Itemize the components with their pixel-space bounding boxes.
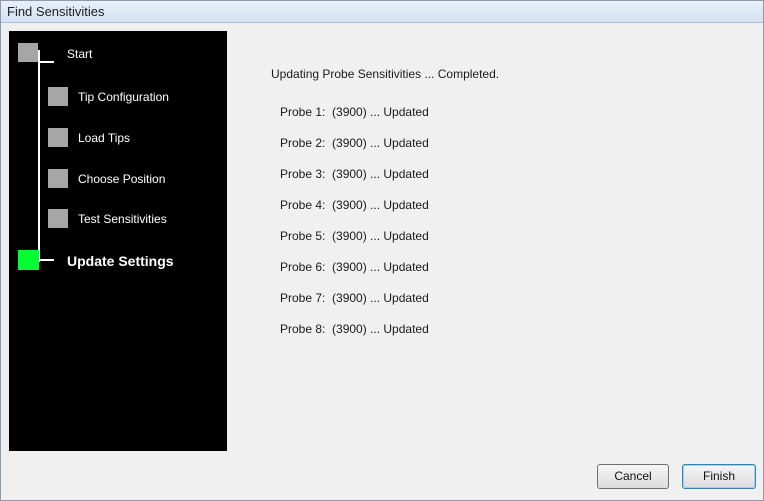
finish-button[interactable]: Finish: [682, 464, 756, 489]
tree-line-vertical: [38, 50, 40, 262]
step-indicator-load-tips: [48, 128, 68, 147]
step-label-tip-configuration: Tip Configuration: [78, 90, 169, 104]
probe-status-7: Probe 7: (3900) ... Updated: [280, 291, 429, 305]
step-label-update-settings: Update Settings: [67, 253, 174, 269]
probe-status-3: Probe 3: (3900) ... Updated: [280, 167, 429, 181]
step-indicator-tip-configuration: [48, 87, 68, 106]
tree-line-update: [38, 259, 54, 261]
step-indicator-test-sensitivities: [48, 209, 68, 228]
status-message: Updating Probe Sensitivities ... Complet…: [271, 67, 500, 81]
step-label-choose-position: Choose Position: [78, 172, 166, 186]
probe-status-2: Probe 2: (3900) ... Updated: [280, 136, 429, 150]
probe-status-5: Probe 5: (3900) ... Updated: [280, 229, 429, 243]
window-title: Find Sensitivities: [7, 4, 105, 19]
step-indicator-choose-position: [48, 169, 68, 188]
step-indicator-update-settings: [18, 250, 39, 270]
step-label-test-sensitivities: Test Sensitivities: [78, 212, 167, 226]
probe-status-8: Probe 8: (3900) ... Updated: [280, 322, 429, 336]
title-bar[interactable]: Find Sensitivities: [1, 1, 763, 23]
tree-line-start: [38, 61, 54, 63]
find-sensitivities-window: Find Sensitivities Start Tip Configurati…: [0, 0, 764, 501]
wizard-steps-panel: Start Tip Configuration Load Tips Choose…: [9, 31, 227, 451]
cancel-button[interactable]: Cancel: [597, 464, 669, 489]
step-indicator-start: [18, 43, 38, 62]
step-label-start: Start: [67, 47, 93, 61]
probe-status-6: Probe 6: (3900) ... Updated: [280, 260, 429, 274]
probe-status-1: Probe 1: (3900) ... Updated: [280, 105, 429, 119]
probe-status-4: Probe 4: (3900) ... Updated: [280, 198, 429, 212]
step-label-load-tips: Load Tips: [78, 131, 131, 145]
